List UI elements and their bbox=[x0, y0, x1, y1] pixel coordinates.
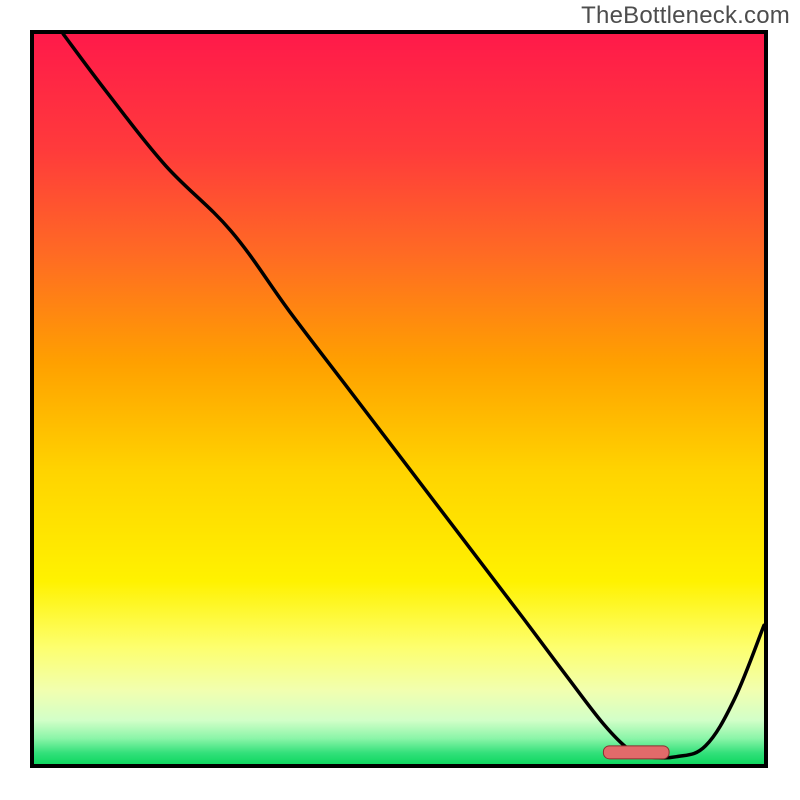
plot-background bbox=[34, 34, 764, 764]
chart-svg bbox=[0, 0, 800, 800]
bottleneck-chart: { "watermark": "TheBottleneck.com", "cha… bbox=[0, 0, 800, 800]
watermark: TheBottleneck.com bbox=[581, 2, 790, 30]
optimal-marker bbox=[603, 746, 669, 759]
